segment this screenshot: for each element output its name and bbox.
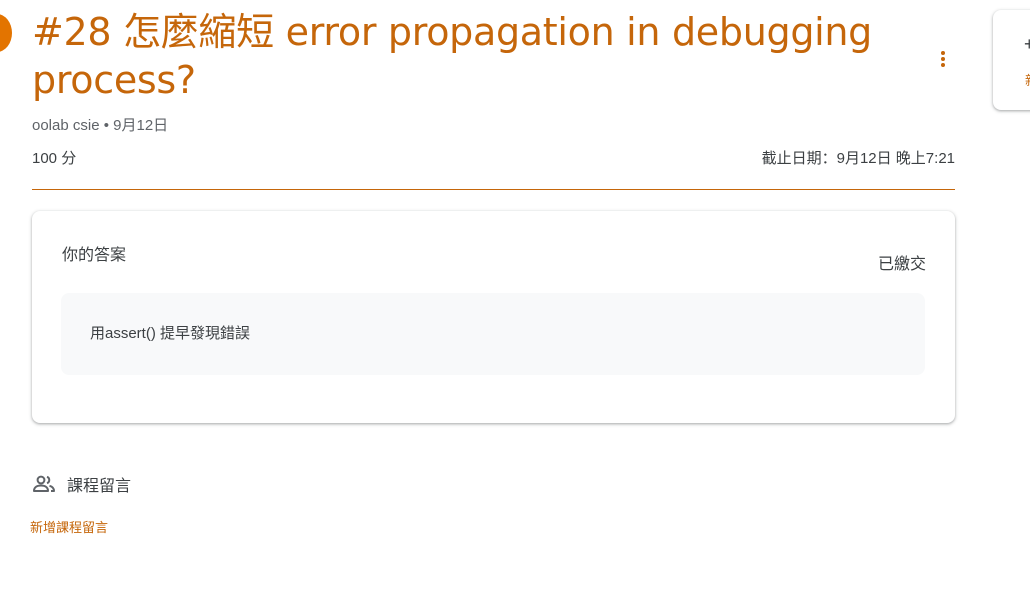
answer-box[interactable]: 用assert() 提早發現錯誤	[61, 293, 925, 375]
your-work-side-card: + 新	[993, 10, 1030, 110]
add-icon[interactable]: +	[1024, 34, 1030, 55]
author-name: oolab csie	[32, 117, 100, 134]
people-icon	[33, 475, 55, 492]
more-options-button[interactable]	[928, 44, 958, 74]
assignment-title: #28 怎麼縮短 error propagation in debugging …	[32, 10, 872, 102]
submission-status: 已繳交	[877, 256, 926, 273]
your-answer-card: 你的答案 已繳交 用assert() 提早發現錯誤	[32, 211, 955, 423]
add-class-comment-link[interactable]: 新增課程留言	[30, 517, 108, 536]
due-date-label: 截止日期：9月12日 晚上7:21	[761, 150, 955, 167]
class-comments-header: 課程留言	[32, 472, 131, 496]
assignment-icon	[0, 14, 12, 52]
header-divider	[32, 189, 955, 190]
points-label: 100 分	[32, 150, 77, 167]
meta-separator: •	[99, 117, 114, 134]
your-answer-heading: 你的答案	[62, 247, 127, 264]
answer-text: 用assert() 提早發現錯誤	[90, 325, 251, 342]
class-comments-label: 課程留言	[67, 478, 132, 495]
more-vert-icon	[941, 51, 945, 67]
posted-date: 9月12日	[113, 117, 169, 134]
assignment-meta: oolab csie • 9月12日	[32, 114, 168, 135]
side-card-link[interactable]: 新	[1025, 70, 1030, 89]
